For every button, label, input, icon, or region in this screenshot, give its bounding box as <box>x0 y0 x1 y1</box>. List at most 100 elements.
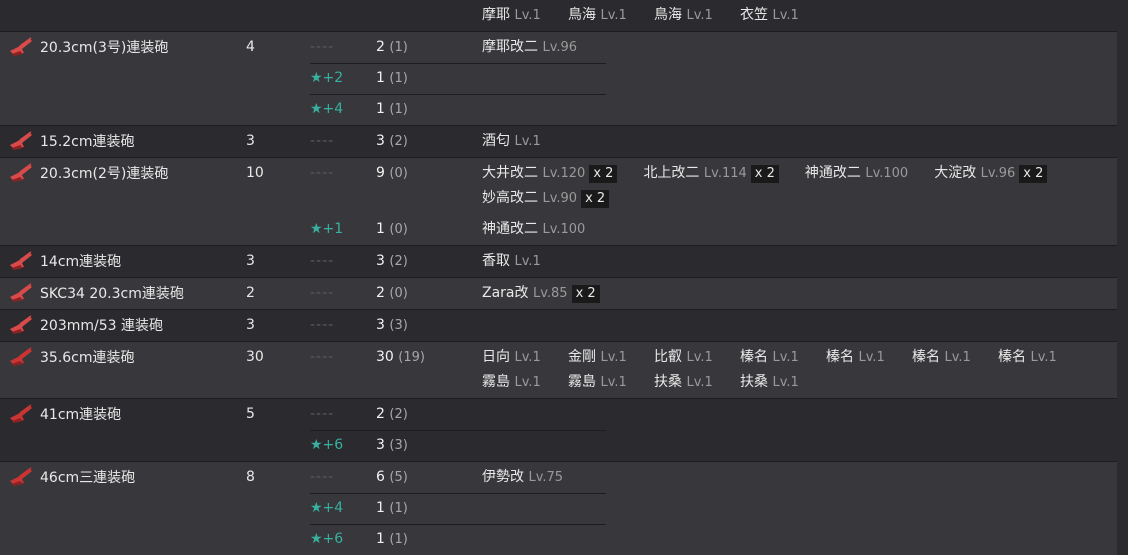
improvement-list: ---- 9 (0) 大井改二 Lv.120 x 2 北上改二 Lv.114 x 2 神通改… <box>310 158 1117 245</box>
ship-name: 大淀改 <box>934 165 977 181</box>
header-ship-list: 摩耶 Lv.1 鳥海 Lv.1 鳥海 Lv.1 衣笠 Lv.1 <box>482 0 1117 31</box>
count-cell: 3 (2) <box>376 126 482 157</box>
equipment-row[interactable]: 20.3cm(3号)連装砲 4 ---- 2 (1) 摩耶改二 Lv.96 ★+2 1 (1… <box>0 31 1117 125</box>
ship-entry[interactable]: 榛名 Lv.1 <box>826 348 886 367</box>
header-spacer <box>0 0 246 30</box>
main-gun-icon <box>10 315 32 334</box>
ship-list: 酒匂 Lv.1 <box>482 126 1117 157</box>
ship-entry[interactable]: 霧島 Lv.1 <box>482 373 542 392</box>
count-cell: 1 (1) <box>376 63 482 94</box>
ship-level: Lv.1 <box>514 8 541 23</box>
equipment-name-cell: 20.3cm(3号)連装砲 <box>0 32 246 62</box>
ship-entry[interactable]: 北上改二 Lv.114 x 2 <box>643 164 779 183</box>
ship-name: 金剛 <box>568 349 596 365</box>
count-cell: 6 (5) <box>376 462 482 493</box>
total-count: 2 <box>246 285 255 301</box>
ship-entry[interactable]: Zara改 Lv.85 x 2 <box>482 284 600 303</box>
ship-entry[interactable]: 香取 Lv.1 <box>482 252 541 271</box>
ship-level: Lv.1 <box>944 350 971 365</box>
equipment-row[interactable]: 41cm連装砲 5 ---- 2 (2) ★+6 3 (3) <box>0 398 1117 461</box>
ship-level: Lv.90 <box>542 191 578 206</box>
improvement-level: ---- <box>310 165 335 181</box>
equipment-row[interactable]: 15.2cm連装砲 3 ---- 3 (2) 酒匂 Lv.1 <box>0 125 1117 157</box>
ship-level: Lv.1 <box>514 254 541 269</box>
count-cell: 3 (3) <box>376 310 482 341</box>
improvement-row: ---- 2 (0) Zara改 Lv.85 x 2 <box>310 278 1117 309</box>
improvement-list: ---- 3 (3) <box>310 310 1117 341</box>
improvement-row: ★+6 1 (1) <box>310 524 1117 555</box>
equipment-row[interactable]: 46cm三連装砲 8 ---- 6 (5) 伊勢改 Lv.75 ★+4 1 (1) ★+6 1 … <box>0 461 1117 555</box>
ship-level: Lv.96 <box>542 40 578 55</box>
ship-entry[interactable]: 大淀改 Lv.96 x 2 <box>934 164 1048 183</box>
unequipped-count: (1) <box>389 532 408 547</box>
unequipped-count: (1) <box>389 40 408 55</box>
count-value: 2 <box>376 285 385 301</box>
ship-level: Lv.96 <box>980 166 1016 181</box>
main-gun-icon <box>10 163 32 182</box>
ship-level: Lv.100 <box>865 166 909 181</box>
ship-entry[interactable]: 比叡 Lv.1 <box>654 348 714 367</box>
ship-list <box>482 310 1117 341</box>
ship-entry[interactable]: 榛名 Lv.1 <box>998 348 1058 367</box>
ship-list <box>482 399 1117 430</box>
unequipped-count: (0) <box>389 166 408 181</box>
ship-entry[interactable]: 霧島 Lv.1 <box>568 373 628 392</box>
equipment-row[interactable]: SKC34 20.3cm連装砲 2 ---- 2 (0) Zara改 Lv.85 x 2 <box>0 277 1117 309</box>
improvement-level: ---- <box>310 285 335 301</box>
ship-list: 大井改二 Lv.120 x 2 北上改二 Lv.114 x 2 神通改二 Lv.100 大… <box>482 158 1117 214</box>
equipment-name-cell: 15.2cm連装砲 <box>0 126 246 156</box>
ship-list <box>482 94 1117 125</box>
ship-level: Lv.1 <box>1030 350 1057 365</box>
equipment-name-cell: 41cm連装砲 <box>0 399 246 429</box>
ship-entry[interactable]: 酒匂 Lv.1 <box>482 132 541 151</box>
improvement-list: ---- 2 (1) 摩耶改二 Lv.96 ★+2 1 (1) ★+4 1 (1) <box>310 32 1117 125</box>
equipment-row[interactable]: 35.6cm連装砲 30 ---- 30 (19) 日向 Lv.1 金剛 Lv.1 比叡 L… <box>0 341 1117 398</box>
total-count: 4 <box>246 39 255 55</box>
ship-entry[interactable]: 神通改二 Lv.100 <box>482 220 585 239</box>
count-cell: 1 (1) <box>376 493 482 524</box>
improvement-row: ---- 3 (2) 酒匂 Lv.1 <box>310 126 1117 157</box>
ship-entry[interactable]: 鳥海 Lv.1 <box>568 6 628 25</box>
ship-entry[interactable]: 金剛 Lv.1 <box>568 348 628 367</box>
ship-entry[interactable]: 摩耶 Lv.1 <box>482 6 542 25</box>
equipment-name: 35.6cm連装砲 <box>40 350 135 366</box>
equipment-name-cell: 20.3cm(2号)連装砲 <box>0 158 246 188</box>
improvement-row: ---- 6 (5) 伊勢改 Lv.75 <box>310 462 1117 493</box>
ship-name: 伊勢改 <box>482 469 524 485</box>
count-value: 1 <box>376 101 385 117</box>
ship-name: 摩耶 <box>482 7 510 23</box>
count-value: 3 <box>376 317 385 333</box>
ship-entry[interactable]: 日向 Lv.1 <box>482 348 542 367</box>
ship-list: 香取 Lv.1 <box>482 246 1117 277</box>
ship-list <box>482 63 1117 94</box>
ship-entry[interactable]: 鳥海 Lv.1 <box>654 6 714 25</box>
ship-entry[interactable]: 扶桑 Lv.1 <box>740 373 800 392</box>
ship-list <box>482 524 1117 555</box>
ship-entry[interactable]: 榛名 Lv.1 <box>740 348 800 367</box>
ship-entry[interactable]: 伊勢改 Lv.75 <box>482 468 563 487</box>
improvement-list: ---- 2 (0) Zara改 Lv.85 x 2 <box>310 278 1117 309</box>
unequipped-count: (0) <box>389 222 408 237</box>
equipment-row[interactable]: 14cm連装砲 3 ---- 3 (2) 香取 Lv.1 <box>0 245 1117 277</box>
ship-entry[interactable]: 榛名 Lv.1 <box>912 348 972 367</box>
ship-entry[interactable]: 摩耶改二 Lv.96 <box>482 38 577 57</box>
count-cell: 2 (0) <box>376 278 482 309</box>
ship-name: 日向 <box>482 349 510 365</box>
ship-level: Lv.1 <box>772 375 799 390</box>
ship-level: Lv.75 <box>528 470 564 485</box>
equipment-row[interactable]: 20.3cm(2号)連装砲 10 ---- 9 (0) 大井改二 Lv.120 x 2 北上… <box>0 157 1117 245</box>
ship-entry[interactable]: 妙高改二 Lv.90 x 2 <box>482 189 610 208</box>
ship-entry[interactable]: 扶桑 Lv.1 <box>654 373 714 392</box>
equipment-name: 203mm/53 連装砲 <box>40 318 163 334</box>
improvement-list: ---- 3 (2) 香取 Lv.1 <box>310 246 1117 277</box>
equipment-row[interactable]: 203mm/53 連装砲 3 ---- 3 (3) <box>0 309 1117 341</box>
improvement-row: ---- 2 (1) 摩耶改二 Lv.96 <box>310 32 1117 63</box>
ship-name: 香取 <box>482 253 510 269</box>
ship-level: Lv.1 <box>858 350 885 365</box>
equipment-name: 14cm連装砲 <box>40 254 122 270</box>
improvement-row: ★+4 1 (1) <box>310 94 1117 125</box>
ship-entry[interactable]: 神通改二 Lv.100 <box>805 164 908 183</box>
main-gun-icon <box>10 467 32 486</box>
ship-entry[interactable]: 衣笠 Lv.1 <box>740 6 800 25</box>
ship-entry[interactable]: 大井改二 Lv.120 x 2 <box>482 164 618 183</box>
